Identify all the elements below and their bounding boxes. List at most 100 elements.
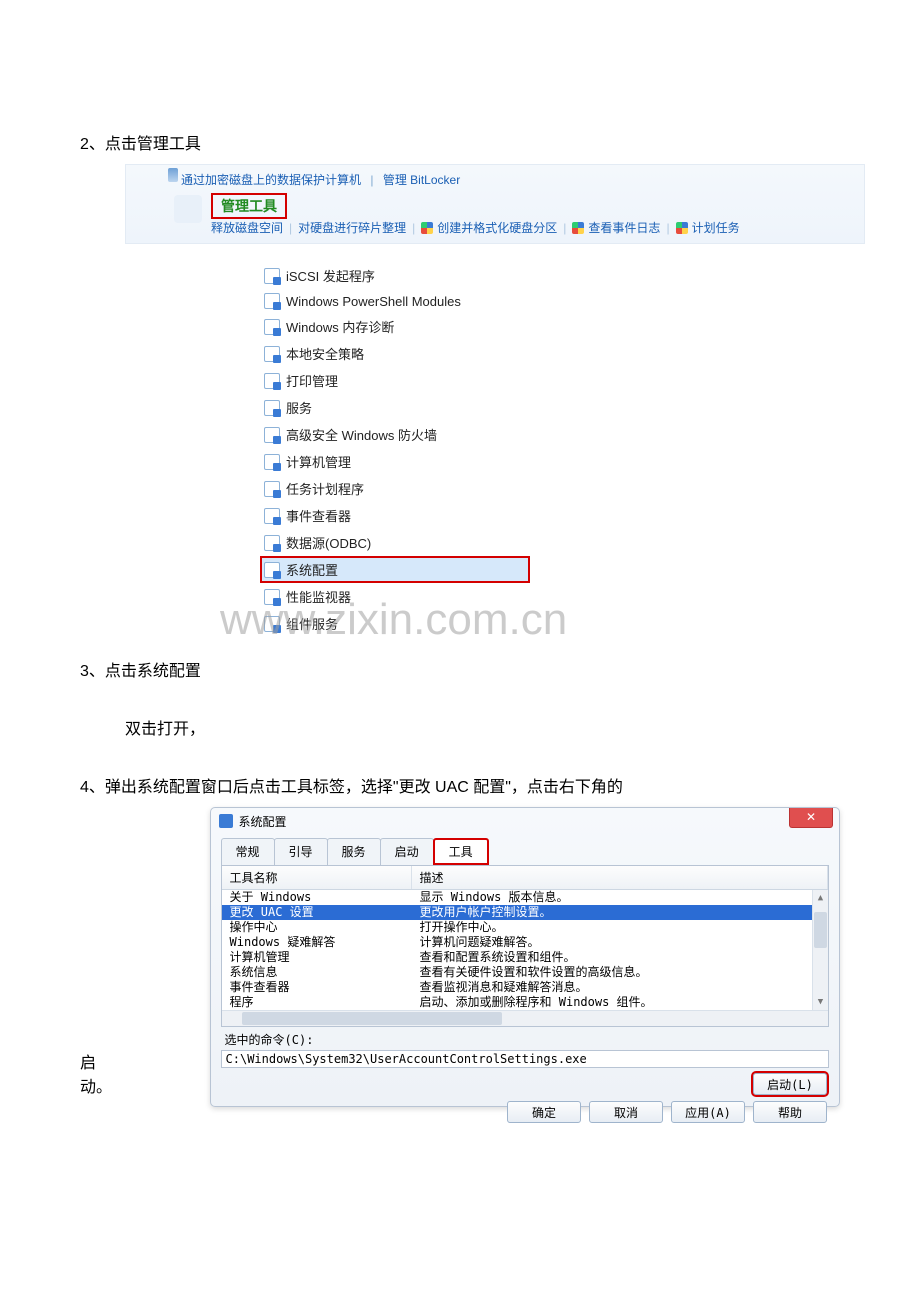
- cell-name: 系统信息: [222, 965, 412, 980]
- tool-label: 数据源(ODBC): [286, 533, 371, 552]
- list-header: 工具名称 描述: [222, 866, 828, 890]
- tool-item[interactable]: 事件查看器: [260, 502, 530, 529]
- h-scroll-thumb[interactable]: [242, 1012, 502, 1025]
- tool-label: 本地安全策略: [286, 344, 364, 363]
- tool-label: 计算机管理: [286, 452, 351, 471]
- ok-button[interactable]: 确定: [507, 1101, 581, 1123]
- shield-icon: [676, 222, 688, 234]
- bitlocker-manage[interactable]: 管理 BitLocker: [383, 173, 460, 187]
- tool-item[interactable]: 性能监视器: [260, 583, 530, 610]
- admin-tools-icon: [174, 195, 202, 223]
- shortcut-icon: [264, 268, 280, 284]
- control-panel-screenshot: 通过加密磁盘上的数据保护计算机 | 管理 BitLocker 管理工具 释放磁盘…: [125, 164, 865, 244]
- admin-tools-link[interactable]: 管理工具: [211, 193, 287, 219]
- col-description[interactable]: 描述: [412, 866, 828, 889]
- cell-desc: 启动、添加或删除程序和 Windows 组件。: [412, 995, 828, 1010]
- tool-item[interactable]: 数据源(ODBC): [260, 529, 530, 556]
- tab-0[interactable]: 常规: [221, 838, 275, 865]
- scroll-down-arrow[interactable]: ▼: [813, 994, 828, 1010]
- close-button[interactable]: ✕: [789, 808, 833, 828]
- shortcut-icon: [264, 589, 280, 605]
- cell-name: Windows 疑难解答: [222, 935, 412, 950]
- selected-command-path[interactable]: C:\Windows\System32\UserAccountControlSe…: [221, 1050, 829, 1068]
- table-row[interactable]: 更改 UAC 设置更改用户帐户控制设置。: [222, 905, 828, 920]
- bitlocker-icon: [168, 168, 178, 182]
- tab-2[interactable]: 服务: [327, 838, 381, 865]
- table-row[interactable]: 系统信息查看有关硬件设置和软件设置的高级信息。: [222, 965, 828, 980]
- cell-desc: 查看有关硬件设置和软件设置的高级信息。: [412, 965, 828, 980]
- msconfig-window: ✕ 系统配置 常规引导服务启动工具 工具名称 描述 关于 Windows显示 W…: [210, 807, 840, 1107]
- tool-label: 系统配置: [286, 560, 338, 579]
- bitlocker-row: 通过加密磁盘上的数据保护计算机 | 管理 BitLocker: [181, 171, 460, 188]
- tools-panel: 工具名称 描述 关于 Windows显示 Windows 版本信息。更改 UAC…: [221, 865, 829, 1027]
- table-row[interactable]: Windows 疑难解答计算机问题疑难解答。: [222, 935, 828, 950]
- shield-icon: [421, 222, 433, 234]
- shield-icon: [572, 222, 584, 234]
- tool-rows: 关于 Windows显示 Windows 版本信息。更改 UAC 设置更改用户帐…: [222, 890, 828, 1010]
- tool-item[interactable]: 计算机管理: [260, 448, 530, 475]
- shortcut-icon: [264, 481, 280, 497]
- tool-item[interactable]: 任务计划程序: [260, 475, 530, 502]
- titlebar: 系统配置: [211, 808, 839, 834]
- create-partition[interactable]: 创建并格式化硬盘分区: [437, 219, 557, 236]
- tab-3[interactable]: 启动: [380, 838, 434, 865]
- schedule-task[interactable]: 计划任务: [692, 219, 740, 236]
- view-event-log[interactable]: 查看事件日志: [588, 219, 660, 236]
- bitlocker-text[interactable]: 通过加密磁盘上的数据保护计算机: [181, 173, 361, 187]
- tab-1[interactable]: 引导: [274, 838, 328, 865]
- tab-4[interactable]: 工具: [433, 838, 489, 865]
- tool-item[interactable]: 打印管理: [260, 367, 530, 394]
- tool-item[interactable]: Windows PowerShell Modules: [260, 289, 530, 313]
- apply-button[interactable]: 应用(A): [671, 1101, 745, 1123]
- shortcut-icon: [264, 616, 280, 632]
- tool-label: Windows 内存诊断: [286, 317, 394, 336]
- tool-label: 任务计划程序: [286, 479, 364, 498]
- tool-label: 打印管理: [286, 371, 338, 390]
- launch-button[interactable]: 启动(L): [753, 1073, 827, 1095]
- step-4-tail: 启动。: [80, 1049, 132, 1107]
- tool-item[interactable]: iSCSI 发起程序: [260, 262, 530, 289]
- defrag[interactable]: 对硬盘进行碎片整理: [298, 219, 406, 236]
- shortcut-icon: [264, 562, 280, 578]
- shortcut-icon: [264, 454, 280, 470]
- tool-item[interactable]: 本地安全策略: [260, 340, 530, 367]
- table-row[interactable]: 关于 Windows显示 Windows 版本信息。: [222, 890, 828, 905]
- tool-item[interactable]: 服务: [260, 394, 530, 421]
- scroll-thumb[interactable]: [814, 912, 827, 948]
- tool-label: 性能监视器: [286, 587, 351, 606]
- cancel-button[interactable]: 取消: [589, 1101, 663, 1123]
- col-tool-name[interactable]: 工具名称: [222, 866, 412, 889]
- cell-desc: 显示 Windows 版本信息。: [412, 890, 828, 905]
- table-row[interactable]: 程序启动、添加或删除程序和 Windows 组件。: [222, 995, 828, 1010]
- tool-label: 高级安全 Windows 防火墙: [286, 425, 437, 444]
- table-row[interactable]: 事件查看器查看监视消息和疑难解答消息。: [222, 980, 828, 995]
- tool-item[interactable]: Windows 内存诊断: [260, 313, 530, 340]
- cell-name: 操作中心: [222, 920, 412, 935]
- tool-label: 事件查看器: [286, 506, 351, 525]
- tool-label: Windows PowerShell Modules: [286, 294, 461, 309]
- scroll-up-arrow[interactable]: ▲: [813, 890, 828, 906]
- vertical-scrollbar[interactable]: ▲ ▼: [812, 890, 828, 1010]
- shortcut-icon: [264, 373, 280, 389]
- free-disk-space[interactable]: 释放磁盘空间: [211, 219, 283, 236]
- cell-desc: 打开操作中心。: [412, 920, 828, 935]
- table-row[interactable]: 计算机管理查看和配置系统设置和组件。: [222, 950, 828, 965]
- table-row[interactable]: 操作中心打开操作中心。: [222, 920, 828, 935]
- window-title: 系统配置: [239, 813, 287, 830]
- tool-item[interactable]: 组件服务: [260, 610, 530, 637]
- tab-strip: 常规引导服务启动工具: [221, 838, 829, 865]
- window-icon: [219, 814, 233, 828]
- shortcut-icon: [264, 427, 280, 443]
- step-3b-text: 双击打开，: [80, 715, 840, 739]
- admin-tools-subrow: 释放磁盘空间| 对硬盘进行碎片整理| 创建并格式化硬盘分区| 查看事件日志| 计…: [211, 219, 740, 236]
- horizontal-scrollbar[interactable]: [222, 1010, 828, 1026]
- tool-item[interactable]: 高级安全 Windows 防火墙: [260, 421, 530, 448]
- help-button[interactable]: 帮助: [753, 1101, 827, 1123]
- shortcut-icon: [264, 346, 280, 362]
- cell-name: 更改 UAC 设置: [222, 905, 412, 920]
- cell-name: 程序: [222, 995, 412, 1010]
- step-4-text: 4、弹出系统配置窗口后点击工具标签，选择"更改 UAC 配置"，点击右下角的: [80, 773, 840, 797]
- cell-name: 计算机管理: [222, 950, 412, 965]
- tool-item[interactable]: 系统配置: [260, 556, 530, 583]
- tool-label: 服务: [286, 398, 312, 417]
